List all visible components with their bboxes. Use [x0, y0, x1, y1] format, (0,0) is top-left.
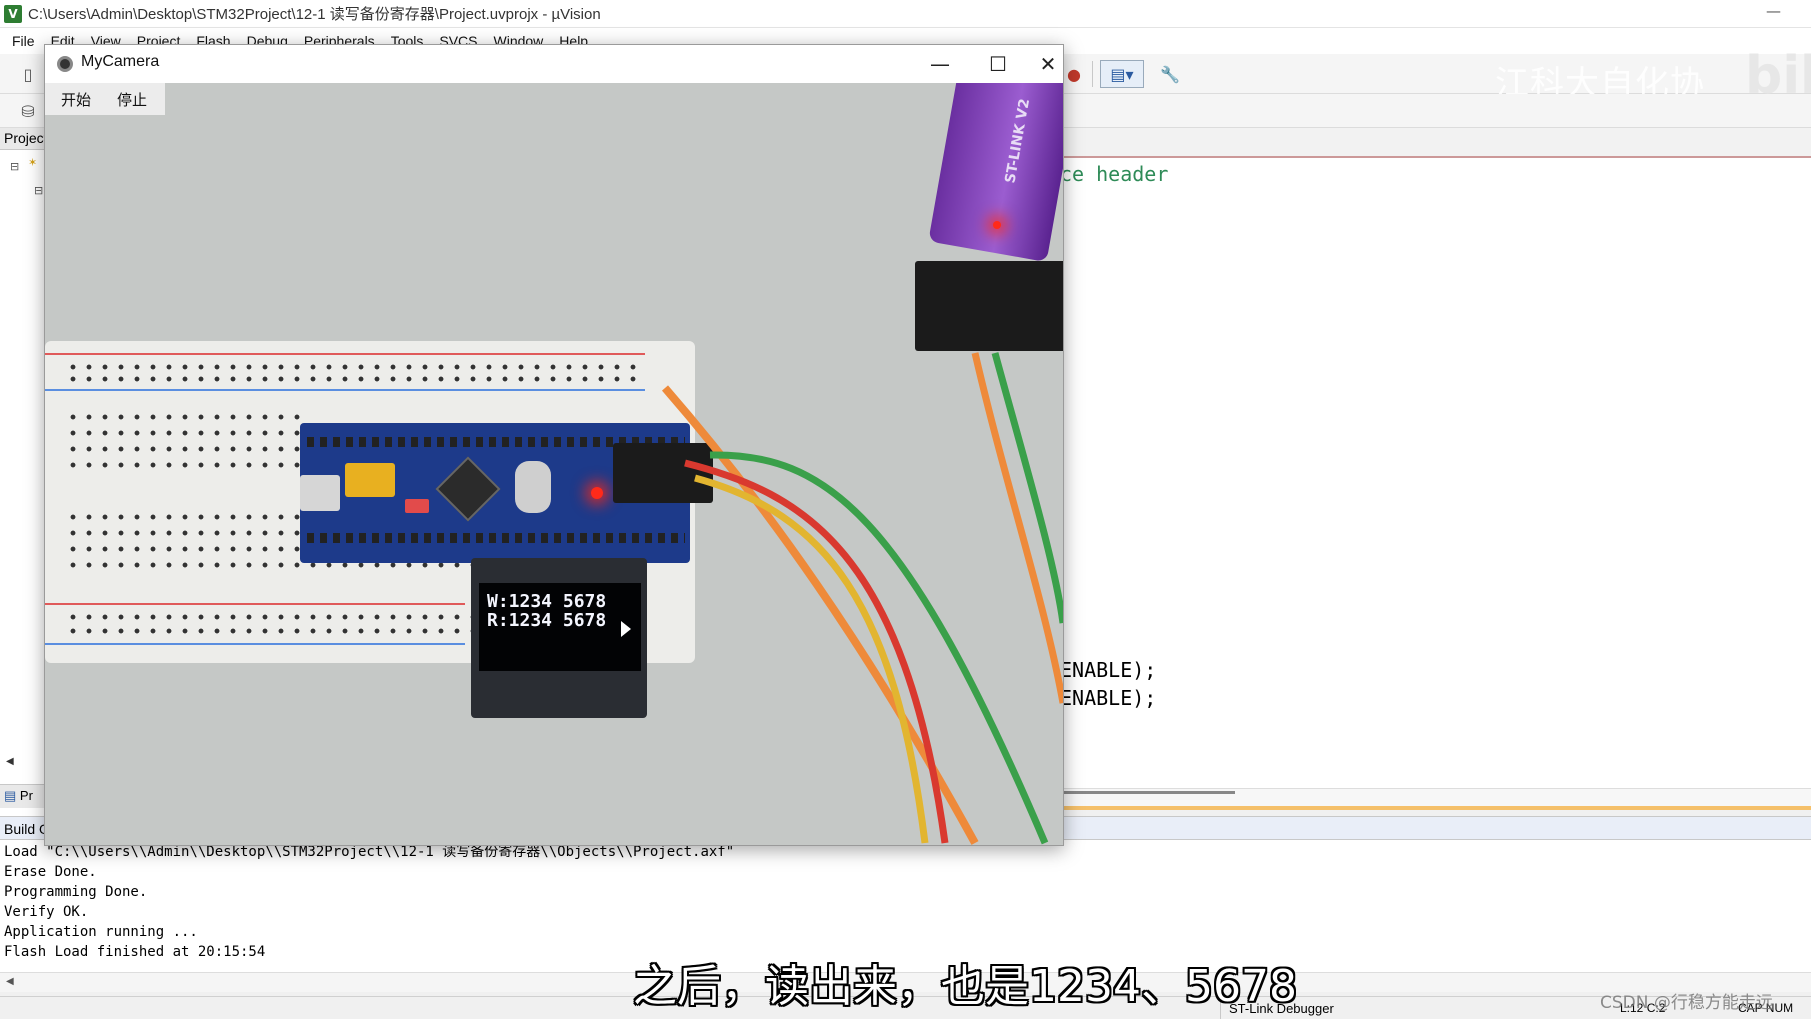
output-line: Application running ...: [4, 924, 198, 940]
camera-icon: [57, 56, 73, 72]
tree-collapse-icon[interactable]: ⊟: [10, 160, 19, 173]
uvision-icon: V: [4, 4, 22, 23]
code-line: ENABLE);: [1060, 686, 1157, 710]
project-tab[interactable]: ▤ Pr: [0, 784, 46, 808]
project-panel-title: Project: [0, 128, 46, 150]
maximize-button[interactable]: ☐: [975, 49, 1021, 79]
project-tab-label: Pr: [19, 788, 33, 803]
minimize-button[interactable]: —: [1766, 2, 1781, 20]
load-download-icon[interactable]: ⛁: [14, 97, 42, 125]
editor-divider: [1060, 806, 1811, 810]
window-title: C:\Users\Admin\Desktop\STM32Project\12-1…: [28, 6, 601, 23]
menu-file[interactable]: File: [4, 33, 43, 49]
output-line: Erase Done.: [4, 864, 97, 880]
target-icon: ✶: [28, 156, 38, 169]
camera-title-bar[interactable]: MyCamera — ☐ ✕: [45, 45, 1063, 83]
code-editor[interactable]: ce header ENABLE); ENABLE);: [1060, 128, 1811, 810]
title-bar: V C:\Users\Admin\Desktop\STM32Project\12…: [0, 0, 1811, 28]
watermark-csdn: CSDN @行稳方能走远: [1600, 993, 1773, 1013]
minimize-button[interactable]: —: [917, 49, 963, 79]
wrench-icon[interactable]: 🔧: [1156, 60, 1184, 88]
editor-tab-bar: [1060, 128, 1811, 158]
camera-button-bar: 开始 停止: [45, 83, 165, 115]
jumper-wires: [661, 352, 1063, 845]
tree-collapse-icon[interactable]: ⊟: [34, 184, 43, 197]
screen: V C:\Users\Admin\Desktop\STM32Project\12…: [0, 0, 1811, 1019]
output-line: Verify OK.: [4, 904, 89, 920]
close-button[interactable]: ✕: [1033, 49, 1063, 79]
camera-title: MyCamera: [81, 53, 160, 70]
new-file-icon[interactable]: ▯: [14, 60, 42, 88]
code-line-comment: ce header: [1060, 162, 1169, 186]
scroll-left-arrow[interactable]: ◀: [6, 756, 20, 774]
project-panel: Project ⊟ ✶ ⊟ ◀ ▤ Pr: [0, 128, 46, 816]
camera-window: MyCamera — ☐ ✕ W:1234 5678 R:1234 5678 S…: [44, 44, 1064, 846]
project-tab-icon: ▤: [4, 788, 20, 803]
output-line: Programming Done.: [4, 884, 148, 900]
stop-button[interactable]: 停止: [107, 89, 157, 110]
code-line: ENABLE);: [1060, 658, 1157, 682]
editor-scroll-thumb[interactable]: [1060, 791, 1235, 794]
debug-session-icon[interactable]: ●: [1060, 60, 1088, 88]
start-button[interactable]: 开始: [51, 89, 101, 110]
build-output-title: Build Output: [4, 821, 44, 837]
toolbar-separator: [1092, 61, 1093, 87]
window-layout-icon[interactable]: ▤▾: [1100, 60, 1144, 88]
camera-video-feed: W:1234 5678 R:1234 5678 ST-LINK V2: [45, 83, 1063, 845]
video-subtitle: 之后，读出来，也是1234、5678: [633, 961, 1297, 1012]
